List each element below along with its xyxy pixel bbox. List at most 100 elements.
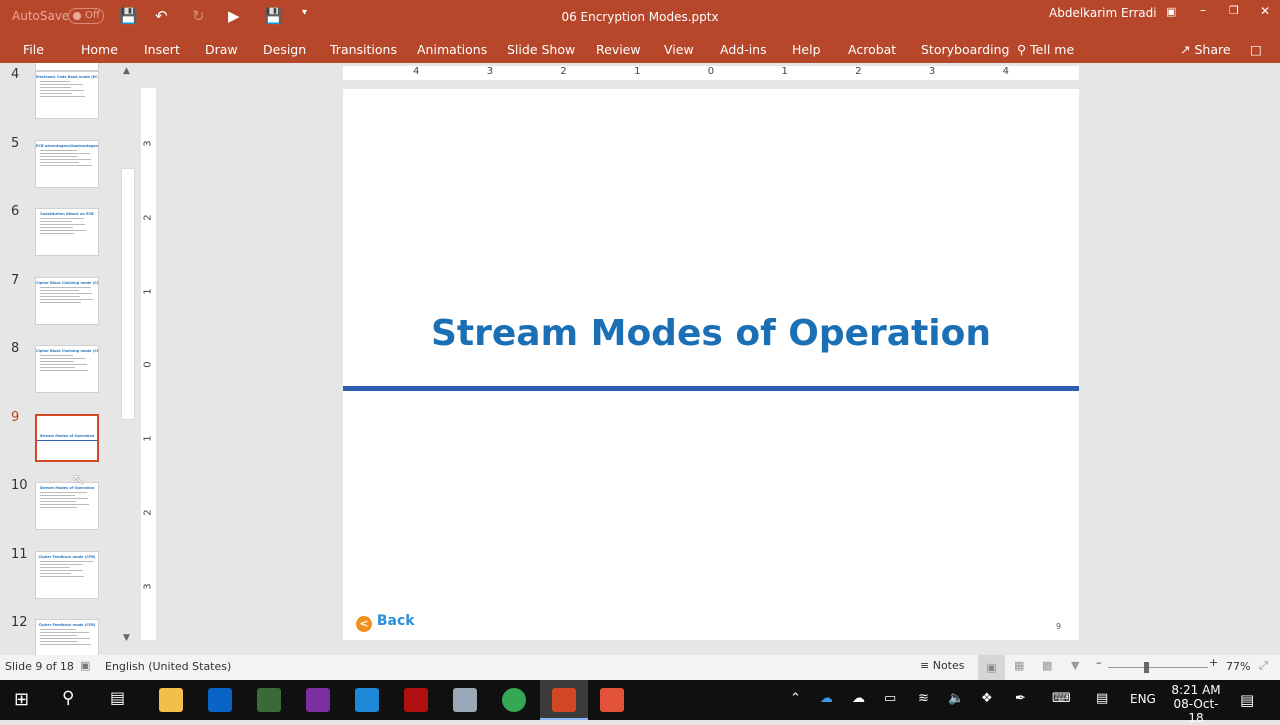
powerpoint-taskbar-button[interactable] [540, 680, 588, 720]
tab-storyboarding[interactable]: Storyboarding [921, 42, 1009, 57]
dropbox-icon[interactable]: ❖ [981, 691, 993, 706]
scrollbar-thumb[interactable] [121, 168, 135, 420]
slide-thumbnail[interactable]: Stream Modes of Operation [35, 482, 99, 530]
ribbon-display-icon[interactable]: ▣ [1166, 5, 1176, 18]
fit-to-window-icon[interactable]: ⤢ [1259, 659, 1268, 673]
slide-thumbnail[interactable]: Substitution Attack on ECB [35, 208, 99, 256]
tab-transitions[interactable]: Transitions [330, 42, 397, 57]
zoom-level[interactable]: 77% [1226, 660, 1250, 673]
tab-animations[interactable]: Animations [417, 42, 487, 57]
keyboard-icon[interactable]: ⌨ [1052, 691, 1071, 706]
battery-icon[interactable]: ▭ [884, 691, 896, 706]
scroll-up-icon[interactable]: ▲ [123, 66, 130, 76]
zoom-in-icon[interactable]: + [1209, 656, 1218, 669]
ruler-tick-label: 3 [142, 140, 154, 147]
acrobat-icon[interactable] [404, 688, 428, 712]
thumbnail-text-line [40, 632, 89, 633]
thumbnail-title: Stream Modes of Operation [39, 433, 95, 438]
thumbnail-text-line [40, 149, 77, 151]
app-icon-2[interactable] [453, 688, 477, 712]
thumbnail-number: 5 [11, 135, 20, 151]
app-icon[interactable] [257, 688, 281, 712]
tab-review[interactable]: Review [596, 42, 641, 57]
minimize-icon[interactable]: – [1200, 3, 1206, 17]
outlook-icon[interactable] [208, 688, 232, 712]
slideshow-view-icon[interactable]: ▼ [1071, 659, 1079, 672]
tab-design[interactable]: Design [263, 42, 306, 57]
normal-view-icon[interactable]: ▣ [978, 655, 1005, 680]
thumbnail-text-line [40, 638, 90, 639]
slide-thumbnail[interactable]: Cipher Block Chaining mode (CBC) [35, 345, 99, 393]
wifi-icon[interactable]: ≋ [918, 691, 929, 706]
slide-thumbnail[interactable]: Stream Modes of Operation [35, 413, 99, 462]
tell-me[interactable]: ⚲ Tell me [1017, 42, 1074, 57]
show-hidden-icons[interactable]: ⌃ [790, 691, 801, 706]
slide-title[interactable]: Stream Modes of Operation [343, 313, 1079, 354]
thumbnail-text-line [40, 87, 71, 88]
thumbnail-text-line [40, 155, 78, 157]
user-name[interactable]: Abdelkarim Erradi [1049, 6, 1157, 20]
windows-start-icon[interactable]: ⊞ [14, 689, 29, 710]
chrome-icon[interactable] [502, 688, 526, 712]
slide-thumbnail[interactable]: Cipher Feedback mode (CFB) [35, 619, 99, 655]
ruler-tick-label: 1 [634, 66, 641, 77]
touchpad-icon[interactable]: ▤ [1096, 691, 1108, 706]
thumbnail-text-line [40, 507, 77, 508]
slide-sorter-icon[interactable]: ▦ [1014, 659, 1024, 672]
slide-thumbnail[interactable]: ECB advantages/disadvantages [35, 139, 99, 188]
tab-help[interactable]: Help [792, 42, 821, 57]
thumbnail-text-line [40, 164, 92, 166]
clock[interactable]: 8:21 AM 08-Oct-18 [1166, 683, 1226, 725]
windows-taskbar: ⊞ ⚲ ▤ ⌃ ☁ ☁ ▭ ≋ 🔈 ❖ ✒ ⌨ ▤ ENG 8:21 AM 08-… [0, 680, 1280, 725]
share-button[interactable]: ↗ Share [1180, 42, 1231, 57]
thumbnail-text-line [40, 370, 88, 371]
language-indicator[interactable]: English (United States) [105, 660, 231, 673]
slide-thumbnail[interactable]: Cipher Feedback mode (CFB) [35, 550, 99, 599]
thumbnail-scrollbar[interactable]: ▲ ▼ [120, 63, 137, 655]
restore-icon[interactable]: ❐ [1229, 4, 1239, 17]
zoom-out-icon[interactable]: – [1096, 656, 1102, 669]
camtasia-icon[interactable] [600, 688, 624, 712]
ruler-tick-label: 4 [1002, 66, 1009, 77]
reading-view-icon[interactable]: ▩ [1042, 659, 1052, 672]
scroll-down-icon[interactable]: ▼ [123, 633, 130, 643]
tab-draw[interactable]: Draw [205, 42, 238, 57]
thumbnail-text-line [40, 295, 80, 297]
slide-thumbnail[interactable] [35, 63, 99, 71]
zoom-slider-thumb[interactable] [1143, 662, 1149, 673]
pen-icon[interactable]: ✒ [1015, 691, 1026, 706]
notes-button[interactable]: ≡ Notes [920, 659, 965, 672]
title-rule [343, 386, 1079, 391]
onenote-icon[interactable] [306, 688, 330, 712]
tab-insert[interactable]: Insert [144, 42, 180, 57]
tab-acrobat[interactable]: Acrobat [848, 42, 896, 57]
tab-home[interactable]: Home [81, 42, 118, 57]
snagit-icon[interactable] [355, 688, 379, 712]
back-button[interactable]: < Back [356, 613, 415, 632]
file-explorer-icon[interactable] [159, 688, 183, 712]
task-view-icon[interactable]: ▤ [110, 688, 125, 707]
zoom-slider[interactable] [1108, 662, 1208, 673]
input-language[interactable]: ENG [1130, 692, 1156, 706]
slide-thumbnail-pane: 4 Electronic Code Book mode (ECB) 5 ECB adv… [0, 63, 120, 655]
search-icon[interactable]: ⚲ [62, 688, 74, 708]
thumbnail-text-line [40, 286, 91, 288]
tab-file[interactable]: File [23, 42, 44, 57]
cloud-icon[interactable]: ☁ [852, 691, 865, 706]
share-icon: ↗ [1180, 42, 1191, 57]
tab-slide-show[interactable]: Slide Show [507, 42, 575, 57]
slide-canvas[interactable]: Stream Modes of Operation < Back 9 [343, 89, 1079, 640]
thumbnail-text-line [40, 635, 77, 636]
onedrive-icon[interactable]: ☁ [820, 691, 833, 706]
slide-thumbnail[interactable]: Cipher Block Chaining mode (CBC) [35, 276, 99, 325]
comments-icon[interactable]: □ [1250, 42, 1262, 57]
tab-view[interactable]: View [664, 42, 694, 57]
action-center-icon[interactable]: ▤ [1240, 691, 1254, 709]
spelling-icon[interactable]: ▣ [80, 659, 90, 672]
status-bar: Slide 9 of 18 ▣ English (United States) … [0, 655, 1280, 680]
slide-thumbnail[interactable]: Electronic Code Book mode (ECB) [35, 71, 99, 119]
volume-icon[interactable]: 🔈 [948, 691, 964, 706]
tab-add-ins[interactable]: Add-ins [720, 42, 767, 57]
thumbnail-title: Stream Modes of Operation [39, 486, 95, 490]
close-icon[interactable]: ✕ [1260, 4, 1270, 18]
